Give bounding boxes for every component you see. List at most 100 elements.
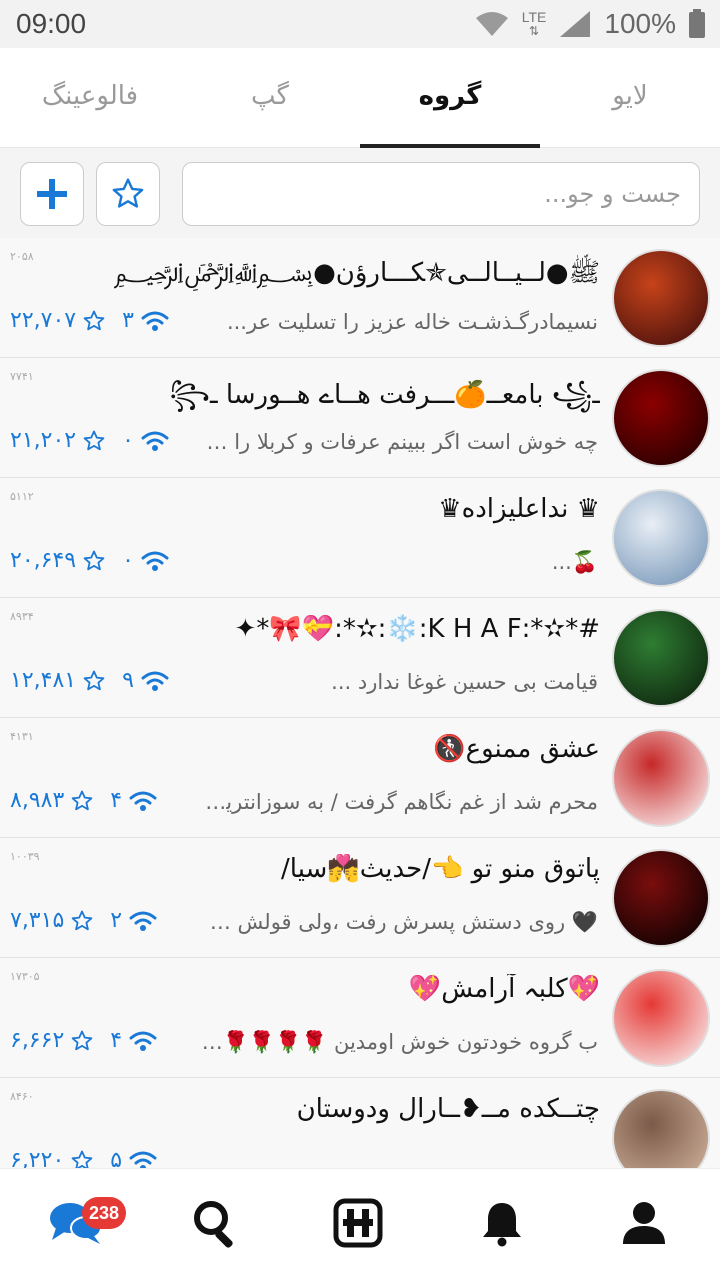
member-count: ۲۰۵۸ xyxy=(10,250,34,263)
star-count: ۷,۳۱۵ xyxy=(10,908,65,933)
star-outline-icon xyxy=(71,1150,93,1168)
online-count: ۰ xyxy=(122,548,134,573)
online-count: ۳ xyxy=(122,308,134,333)
live-signal-icon xyxy=(141,431,169,451)
group-row[interactable]: 💖کلبہ آرامش💖 ب گروه خودتون خوش اومدین 🌹🌹… xyxy=(0,958,720,1078)
group-title: پاتوق منو تو 👈/حدیث💏سیا/ xyxy=(281,854,600,884)
group-row[interactable]: چتــکده مــ❥ــارال ودوستان ۸۴۶۰ ۶,۲۲۰ ۵ xyxy=(0,1078,720,1168)
star-count: ۲۲,۷۰۷ xyxy=(10,308,77,333)
group-avatar xyxy=(612,1089,710,1168)
hashtag-box-icon xyxy=(333,1198,383,1248)
group-last-message: نسیمادرگـذشـت خاله عزیز را تسلیت عر... xyxy=(226,310,598,334)
live-signal-icon xyxy=(141,671,169,691)
group-stats: ۷,۳۱۵ ۲ xyxy=(10,908,158,933)
data-arrows-icon: ⇅ xyxy=(529,24,540,38)
member-count: ۴۱۳۱ xyxy=(10,730,34,743)
tab-live[interactable]: لایو xyxy=(540,48,720,148)
online-count: ۰ xyxy=(122,428,134,453)
group-title: #*✫*:K H A F:❄️:✫*:💝🎀*✦ xyxy=(234,614,600,644)
nav-profile[interactable] xyxy=(612,1191,676,1255)
user-icon xyxy=(623,1202,665,1244)
star-count: ۲۰,۶۴۹ xyxy=(10,548,77,573)
signal-icon xyxy=(560,11,591,37)
group-stats: ۲۱,۲۰۲ ۰ xyxy=(10,428,170,453)
group-title: 💖کلبہ آرامش💖 xyxy=(408,974,600,1004)
group-last-message: چه خوش است اگر ببینم عرفات و کربلا را حر… xyxy=(198,430,598,454)
group-title: ﷺ●لــیــالــی✯ﮑـــارؤن●﷽ xyxy=(113,258,600,288)
network-label: LTE xyxy=(521,9,547,25)
search-input[interactable] xyxy=(182,162,700,226)
search-toolbar xyxy=(0,148,720,238)
plus-icon xyxy=(37,179,67,209)
group-row[interactable]: ـ꧁ بامعــ🍊ـــرفت هــاے هــورسا ـ꧂ چه خوش… xyxy=(0,358,720,478)
group-row[interactable]: پاتوق منو تو 👈/حدیث💏سیا/ 🖤 روی دستش پسرش… xyxy=(0,838,720,958)
group-last-message: قیامت بی حسین غوغا ندارد ... xyxy=(331,670,598,694)
group-stats: ۲۰,۶۴۹ ۰ xyxy=(10,548,170,573)
tab-chat[interactable]: گپ xyxy=(180,48,360,148)
star-outline-icon xyxy=(71,790,93,810)
live-signal-icon xyxy=(141,551,169,571)
star-outline-icon xyxy=(83,430,105,450)
member-count: ۱۷۳۰۵ xyxy=(10,970,40,983)
group-title: چتــکده مــ❥ــارال ودوستان xyxy=(296,1094,600,1124)
group-avatar xyxy=(612,729,710,827)
group-avatar xyxy=(612,249,710,347)
status-bar: 09:00 LTE ⇅ 100% xyxy=(0,0,720,48)
group-stats: ۶,۲۲۰ ۵ xyxy=(10,1148,158,1168)
unread-badge: 238 xyxy=(82,1197,126,1229)
group-stats: ۲۲,۷۰۷ ۳ xyxy=(10,308,170,333)
group-row[interactable]: ♛ نداعلیزاده♛ 🍒... ۵۱۱۲ ۲۰,۶۴۹ ۰ xyxy=(0,478,720,598)
star-icon xyxy=(112,178,144,208)
nav-notifications[interactable] xyxy=(470,1191,534,1255)
member-count: ۱۰۰۳۹ xyxy=(10,850,40,863)
group-row[interactable]: ﷺ●لــیــالــی✯ﮑـــارؤن●﷽ نسیمادرگـذشـت خ… xyxy=(0,238,720,358)
live-signal-icon xyxy=(129,791,157,811)
group-last-message: 🍒... xyxy=(551,550,598,574)
live-signal-icon xyxy=(129,911,157,931)
network-indicator: LTE ⇅ xyxy=(522,10,547,38)
add-group-button[interactable] xyxy=(20,162,84,226)
group-stats: ۸,۹۸۳ ۴ xyxy=(10,788,158,813)
online-count: ۴ xyxy=(110,1028,123,1053)
star-outline-icon xyxy=(83,550,105,570)
group-list: ﷺ●لــیــالــی✯ﮑـــارؤن●﷽ نسیمادرگـذشـت خ… xyxy=(0,238,720,1168)
group-row[interactable]: عشق ممنوع🚷 محرم شد از غم نگاهم گرفت / به… xyxy=(0,718,720,838)
status-icons: LTE ⇅ 100% xyxy=(474,6,706,42)
member-count: ۷۷۴۱ xyxy=(10,370,34,383)
star-count: ۶,۲۲۰ xyxy=(10,1148,65,1168)
star-count: ۲۱,۲۰۲ xyxy=(10,428,77,453)
nav-hashtag[interactable] xyxy=(326,1191,390,1255)
group-last-message: محرم شد از غم نگاهم گرفت / به سوزانترین … xyxy=(198,790,598,814)
star-outline-icon xyxy=(71,910,93,930)
battery-level: 100% xyxy=(604,8,676,39)
online-count: ۲ xyxy=(110,908,123,933)
group-avatar xyxy=(612,969,710,1067)
member-count: ۵۱۱۲ xyxy=(10,490,34,503)
nav-search[interactable] xyxy=(184,1191,248,1255)
tab-following[interactable]: فالوعینگ xyxy=(0,48,180,148)
live-signal-icon xyxy=(129,1031,157,1051)
group-last-message: ب گروه خودتون خوش اومدین 🌹🌹🌹🌹 ... xyxy=(198,1030,598,1054)
star-outline-icon xyxy=(83,310,105,330)
star-outline-icon xyxy=(71,1030,93,1050)
bell-icon xyxy=(483,1203,521,1247)
group-title: ♛ نداعلیزاده♛ xyxy=(438,494,600,524)
bottom-nav: 238 xyxy=(0,1168,720,1280)
battery-icon xyxy=(689,9,705,38)
online-count: ۴ xyxy=(110,788,123,813)
tab-bar: لایو گروه گپ فالوعینگ xyxy=(0,48,720,148)
tab-groups[interactable]: گروه xyxy=(360,48,540,148)
group-stats: ۶,۶۶۲ ۴ xyxy=(10,1028,158,1053)
search-icon xyxy=(194,1201,233,1248)
group-avatar xyxy=(612,609,710,707)
member-count: ۸۴۶۰ xyxy=(10,1090,34,1103)
group-row[interactable]: #*✫*:K H A F:❄️:✫*:💝🎀*✦ قیامت بی حسین غو… xyxy=(0,598,720,718)
live-signal-icon xyxy=(129,1151,157,1168)
wifi-icon xyxy=(475,12,508,36)
group-avatar xyxy=(612,489,710,587)
star-outline-icon xyxy=(83,670,105,690)
star-count: ۱۲,۴۸۱ xyxy=(10,668,77,693)
group-title: عشق ممنوع🚷 xyxy=(433,734,600,764)
favorites-button[interactable] xyxy=(96,162,160,226)
group-title: ـ꧁ بامعــ🍊ـــرفت هــاے هــورسا ـ꧂ xyxy=(169,380,600,410)
